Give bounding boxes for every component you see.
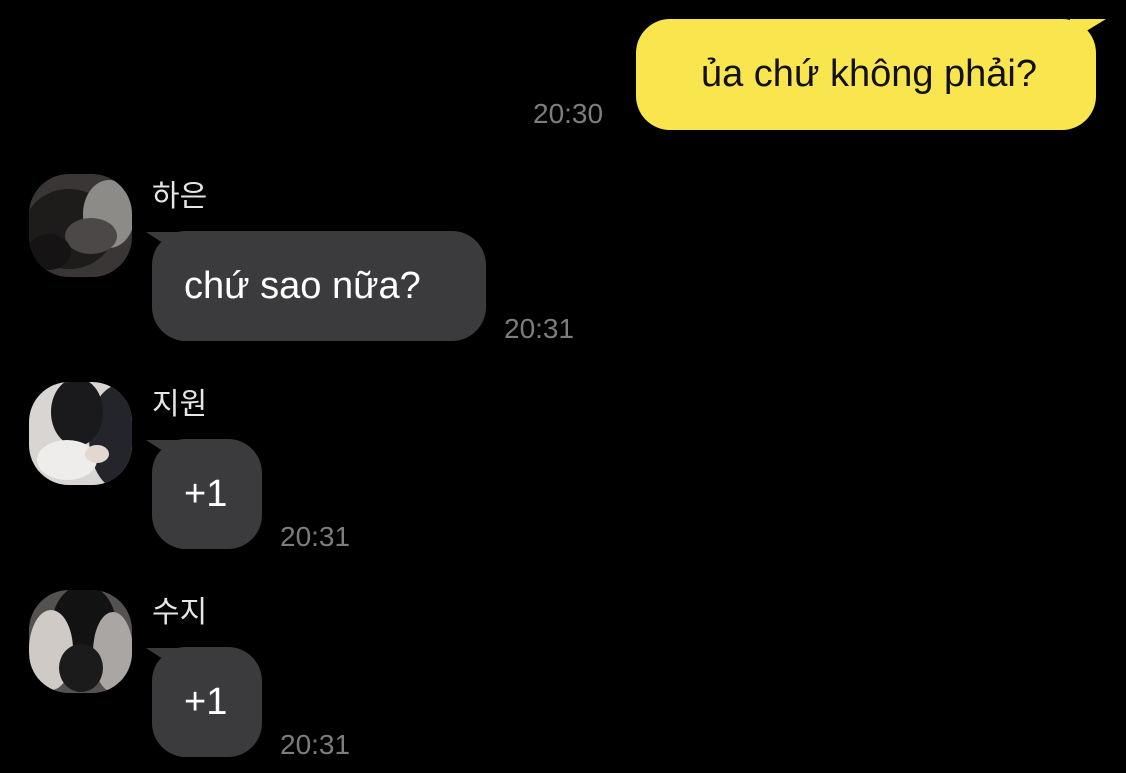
sender-name: 수지 xyxy=(152,596,208,629)
incoming-message-bubble[interactable]: chứ sao nữa? xyxy=(152,231,486,341)
outgoing-message-bubble[interactable]: ủa chứ không phải? xyxy=(636,19,1096,130)
message-timestamp: 20:30 xyxy=(533,98,604,129)
avatar[interactable] xyxy=(29,382,132,485)
sender-name: 지원 xyxy=(152,388,208,421)
avatar[interactable] xyxy=(29,174,132,277)
message-timestamp: 20:31 xyxy=(280,521,351,552)
incoming-message-bubble[interactable]: +1 xyxy=(152,439,262,549)
message-timestamp: 20:31 xyxy=(504,313,575,344)
avatar[interactable] xyxy=(29,590,132,693)
sender-name: 하은 xyxy=(152,180,208,213)
chat-thread: 20:30 ủa chứ không phải? 하은 chứ sao nữa?… xyxy=(0,0,1126,773)
incoming-message-bubble[interactable]: +1 xyxy=(152,647,262,757)
message-timestamp: 20:31 xyxy=(280,729,351,760)
